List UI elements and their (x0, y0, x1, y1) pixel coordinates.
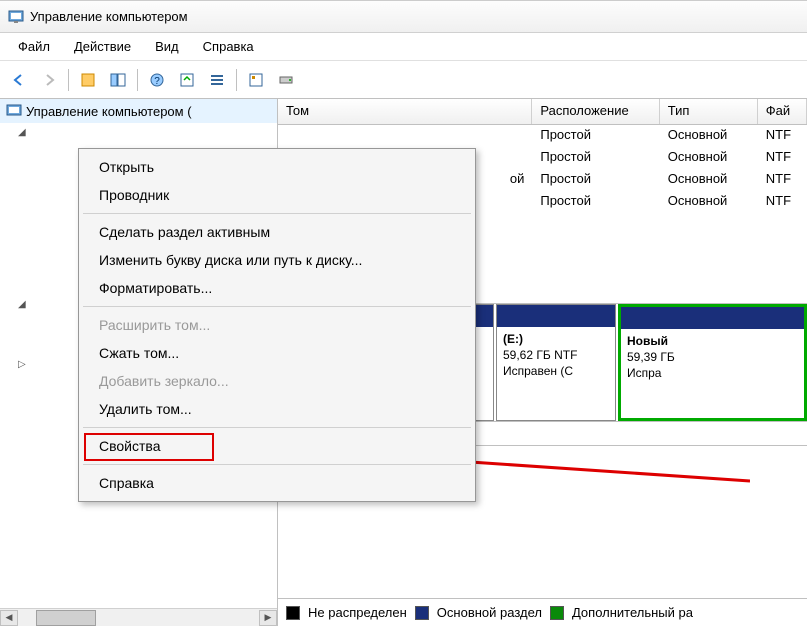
cell-fs: NTF (758, 147, 807, 169)
partition-status: Испра (627, 365, 798, 381)
tree-root-item[interactable]: Управление компьютером ( (0, 99, 277, 123)
tree-expander-icon[interactable]: ▷ (18, 359, 26, 370)
cell-type: Основной (660, 147, 758, 169)
tree-expander-icon[interactable]: ◢ (18, 127, 26, 138)
back-button[interactable] (6, 67, 32, 93)
horizontal-scrollbar[interactable]: ◀ ▶ (0, 608, 277, 626)
cell-layout: Простой (532, 147, 659, 169)
cell-type: Основной (660, 191, 758, 213)
menu-separator (83, 464, 471, 465)
partition-header (621, 307, 804, 329)
toolbar-separator (68, 69, 69, 91)
help-button[interactable]: ? (144, 67, 170, 93)
cell-layout: Простой (532, 191, 659, 213)
menu-help[interactable]: Справка (81, 469, 473, 497)
col-volume[interactable]: Том (278, 99, 532, 124)
scroll-thumb[interactable] (36, 610, 96, 626)
partition-size: 59,39 ГБ (627, 349, 798, 365)
list-button[interactable] (204, 67, 230, 93)
menu-make-active[interactable]: Сделать раздел активным (81, 218, 473, 246)
table-header: Том Расположение Тип Фай (278, 99, 807, 125)
legend-unallocated: Не распределен (308, 605, 407, 620)
toolbar-separator (236, 69, 237, 91)
menu-separator (83, 427, 471, 428)
menu-properties[interactable]: Свойства (81, 432, 473, 460)
menu-open[interactable]: Открыть (81, 153, 473, 181)
swatch-primary (415, 606, 429, 620)
menu-shrink[interactable]: Сжать том... (81, 339, 473, 367)
col-type[interactable]: Тип (660, 99, 758, 124)
menu-action[interactable]: Действие (62, 35, 143, 58)
scroll-right-arrow[interactable]: ▶ (259, 610, 277, 626)
cell-type: Основной (660, 169, 758, 191)
partition-body: (E:) 59,62 ГБ NTF Исправен (С (497, 327, 615, 384)
partition-name: (E:) (503, 331, 609, 347)
svg-text:?: ? (154, 76, 160, 87)
menu-view[interactable]: Вид (143, 35, 191, 58)
app-icon (8, 9, 24, 25)
context-menu: Открыть Проводник Сделать раздел активны… (78, 148, 476, 502)
cell-fs: NTF (758, 169, 807, 191)
menu-explorer[interactable]: Проводник (81, 181, 473, 209)
cell-layout: Простой (532, 125, 659, 147)
menu-separator (83, 213, 471, 214)
partition-header (497, 305, 615, 327)
refresh-button[interactable] (174, 67, 200, 93)
scroll-left-arrow[interactable]: ◀ (0, 610, 18, 626)
swatch-extended (550, 606, 564, 620)
menu-bar: Файл Действие Вид Справка (0, 33, 807, 61)
forward-button[interactable] (36, 67, 62, 93)
cell-layout: Простой (532, 169, 659, 191)
properties-button[interactable] (75, 67, 101, 93)
cell-fs: NTF (758, 191, 807, 213)
partition-name: Новый (627, 333, 798, 349)
table-row[interactable]: Простой Основной NTF (278, 125, 807, 147)
window-title: Управление компьютером (30, 9, 188, 24)
tree-root-label: Управление компьютером ( (26, 104, 192, 119)
scroll-track[interactable] (18, 610, 259, 626)
legend: Не распределен Основной раздел Дополните… (278, 598, 807, 626)
cell-fs: NTF (758, 125, 807, 147)
title-bar: Управление компьютером (0, 1, 807, 33)
menu-add-mirror: Добавить зеркало... (81, 367, 473, 395)
legend-extended: Дополнительный ра (572, 605, 693, 620)
partition-size: 59,62 ГБ NTF (503, 347, 609, 363)
drive-button[interactable] (273, 67, 299, 93)
partition-body: Новый 59,39 ГБ Испра (621, 329, 804, 386)
col-fs[interactable]: Фай (758, 99, 807, 124)
partition-e[interactable]: (E:) 59,62 ГБ NTF Исправен (С (496, 304, 616, 421)
partition-new[interactable]: Новый 59,39 ГБ Испра (618, 304, 807, 421)
cell-vol (278, 125, 532, 147)
col-layout[interactable]: Расположение (532, 99, 659, 124)
menu-help[interactable]: Справка (191, 35, 266, 58)
menu-extend: Расширить том... (81, 311, 473, 339)
menu-delete-volume[interactable]: Удалить том... (81, 395, 473, 423)
legend-primary: Основной раздел (437, 605, 542, 620)
menu-file[interactable]: Файл (6, 35, 62, 58)
menu-change-letter[interactable]: Изменить букву диска или путь к диску... (81, 246, 473, 274)
menu-separator (83, 306, 471, 307)
show-hide-button[interactable] (105, 67, 131, 93)
tree-expander-icon[interactable]: ◢ (18, 299, 26, 310)
settings-button[interactable] (243, 67, 269, 93)
toolbar: ? (0, 61, 807, 99)
cell-type: Основной (660, 125, 758, 147)
menu-format[interactable]: Форматировать... (81, 274, 473, 302)
computer-icon (6, 103, 22, 119)
partition-status: Исправен (С (503, 363, 609, 379)
swatch-unallocated (286, 606, 300, 620)
toolbar-separator (137, 69, 138, 91)
